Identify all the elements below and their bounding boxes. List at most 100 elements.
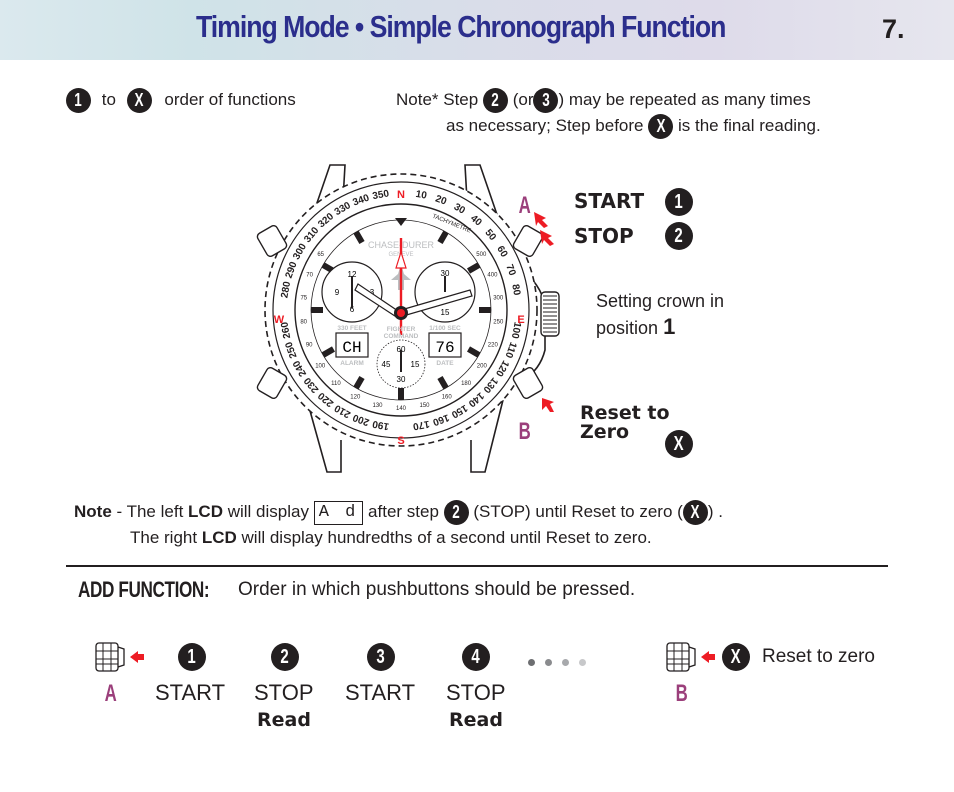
dot: [562, 659, 569, 666]
lcd-display-sample: A d: [313, 500, 364, 525]
tachymeter-number: 160: [442, 395, 453, 401]
pusher-icon: [95, 642, 119, 672]
note-repeat-line1: Note* Step 2 (or 3) may be repeated as ma…: [396, 88, 811, 113]
red-arrow-icon: [534, 212, 548, 228]
note-text: The right: [130, 528, 198, 547]
pusher-b-label: B: [518, 418, 531, 445]
subdial-label: 15: [411, 360, 420, 369]
tachymeter-number: 90: [306, 342, 313, 348]
section-divider: [66, 565, 888, 567]
step-1-badge: 1: [66, 88, 91, 113]
tachymeter-number: 180: [461, 381, 472, 387]
red-arrow-icon: [130, 651, 144, 663]
dot: [579, 659, 586, 666]
tachymeter-number: 400: [487, 273, 498, 279]
pusher-icon: [666, 642, 690, 672]
note-repeat-line2: as necessary; Step before X is the final…: [446, 114, 821, 139]
tachymeter-number: 200: [477, 363, 488, 369]
sequence-step-3-badge: 3: [367, 643, 395, 671]
sequence-pusher-b: B: [675, 680, 688, 707]
order-legend: 1 to X order of functions: [66, 88, 296, 113]
step-1-badge: 1: [665, 188, 693, 216]
crown-note-text: position: [596, 318, 659, 338]
add-function-description: Order in which pushbuttons should be pre…: [238, 579, 636, 600]
note-text: will display hundredths of a second unti…: [241, 528, 652, 547]
hour-marker: [398, 388, 404, 400]
hour-marker: [479, 307, 491, 313]
page-number: 7.: [882, 14, 905, 44]
compass-w: W: [274, 314, 285, 326]
note-text: Note* Step: [396, 89, 479, 109]
pusher-b-diagram: [666, 642, 715, 672]
dot: [545, 659, 552, 666]
red-arrow-icon: [542, 398, 554, 412]
step-2-badge: 2: [443, 500, 469, 525]
step-x-badge: X: [665, 430, 693, 458]
note-text: (STOP) until Reset to zero (: [473, 501, 683, 521]
sequence-step-1-badge: 1: [178, 643, 206, 671]
tachymeter-number: 75: [300, 296, 307, 302]
tachymeter-number: 150: [419, 403, 430, 409]
sequence-step-1-label: START: [155, 680, 226, 705]
tachymeter-number: 110: [331, 381, 341, 387]
note-text: after step: [368, 501, 439, 521]
note-label: Note: [74, 501, 112, 521]
setting-crown: [540, 291, 560, 337]
start-label: START: [574, 189, 645, 213]
sequence-step-2-badge: 2: [271, 643, 299, 671]
tachymeter-number: 300: [493, 296, 504, 302]
tachymeter-number: 250: [493, 319, 504, 325]
subdial-label: 9: [335, 288, 340, 297]
continuation-dots: [528, 653, 596, 671]
subdial-label: 15: [441, 308, 450, 317]
page-title: Timing Mode • Simple Chronograph Functio…: [196, 9, 726, 44]
pusher-a-label: A: [518, 192, 531, 219]
note-text: ) .: [707, 501, 723, 521]
note-lcd-term: LCD: [201, 528, 237, 547]
hour-marker: [311, 307, 323, 313]
sequence-step-2-label: STOP: [254, 680, 314, 705]
note-text: (or: [512, 89, 534, 109]
note-text: will display: [227, 501, 309, 521]
red-arrow-icon: [701, 651, 715, 663]
subdial-label: 30: [397, 375, 406, 384]
crown-note-line2: position 1: [596, 314, 675, 340]
lcd-label: DATE: [436, 360, 454, 367]
legend-to-text: to: [101, 89, 116, 109]
subdial-label: 45: [382, 360, 391, 369]
tachymeter-number: 140: [396, 406, 407, 412]
step-2-badge: 2: [665, 222, 693, 250]
note-text: is the final reading.: [677, 115, 821, 135]
stop-label: STOP: [574, 224, 634, 248]
sequence-reset-label: Reset to zero: [762, 646, 875, 667]
crown-note-line1: Setting crown in: [596, 291, 725, 311]
lcd-label: 1/100 SEC: [429, 325, 461, 332]
page-header: Timing Mode • Simple Chronograph Functio…: [0, 0, 954, 60]
tachymeter-number: 120: [350, 395, 361, 401]
arrow-to-b: [542, 398, 554, 412]
note-lcd-term: LCD: [188, 501, 223, 521]
compass-n: N: [397, 189, 405, 201]
dot: [528, 659, 535, 666]
tachymeter-number: 220: [488, 342, 499, 348]
sequence-step-3-label: START: [345, 680, 416, 705]
note-text: as necessary; Step before: [446, 115, 644, 135]
pusher-a-diagram: [95, 642, 144, 672]
step-2-badge: 2: [482, 88, 508, 113]
note-text: ) may be repeated as many times: [558, 89, 811, 109]
step-x-badge: X: [648, 114, 674, 139]
step-3-badge: 3: [533, 88, 559, 113]
lcd-label: 330 FEET: [337, 325, 366, 332]
left-lcd-value: CH: [342, 339, 361, 357]
note-text: - The left: [116, 501, 184, 521]
lcd-label: ALARM: [340, 360, 363, 367]
sequence-step-2-read: Read: [257, 709, 311, 731]
sequence-step-4-read: Read: [449, 709, 503, 731]
reset-label: Reset to Zero: [580, 404, 670, 442]
tachymeter-number: 80: [300, 319, 307, 325]
tachymeter-number: 70: [306, 273, 313, 279]
dial-label: COMMAND: [384, 333, 419, 340]
lcd-note-line2: The right LCD will display hundredths of…: [130, 528, 652, 548]
compass-e: E: [517, 314, 524, 326]
add-function-title: ADD FUNCTION:: [78, 577, 210, 602]
